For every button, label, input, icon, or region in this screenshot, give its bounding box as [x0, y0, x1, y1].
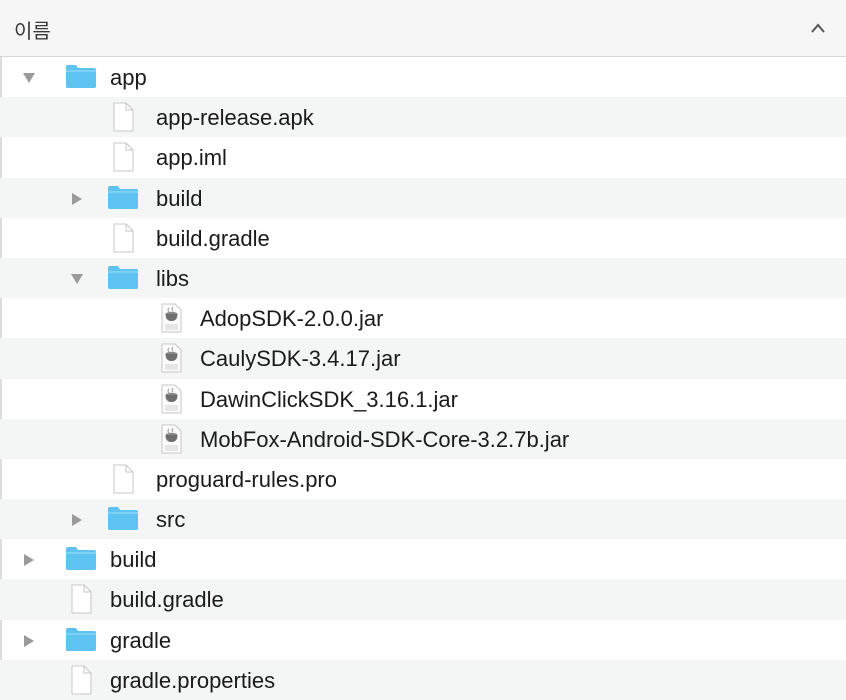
jar-file-icon: [161, 303, 182, 333]
disclosure-collapsed-icon[interactable]: [22, 553, 36, 567]
document-icon: [113, 142, 134, 172]
item-name: libs: [156, 265, 190, 291]
item-name: gradle.properties: [110, 667, 276, 693]
file-row[interactable]: CaulySDK-3.4.17.jar: [0, 338, 846, 379]
disclosure-expanded-icon[interactable]: [22, 71, 36, 85]
item-name: app-release.apk: [156, 105, 314, 131]
folder-icon: [108, 265, 138, 289]
item-name: app.iml: [156, 145, 227, 171]
document-icon: [113, 223, 134, 253]
finder-window: 이름 app app-release.apk app.iml build build.g…: [0, 0, 846, 700]
file-row[interactable]: MobFox-Android-SDK-Core-3.2.7b.jar: [0, 418, 846, 459]
folder-icon: [66, 547, 96, 571]
item-name: build: [110, 547, 157, 573]
disclosure-collapsed-icon[interactable]: [70, 192, 84, 206]
folder-icon: [108, 185, 138, 209]
item-name: build.gradle: [156, 225, 270, 251]
item-name: build.gradle: [110, 587, 224, 613]
jar-file-icon: [161, 384, 182, 413]
folder-icon: [66, 65, 96, 88]
file-row[interactable]: app.iml: [0, 137, 846, 177]
disclosure-collapsed-icon[interactable]: [22, 634, 36, 648]
item-name: proguard-rules.pro: [156, 466, 337, 492]
file-row[interactable]: proguard-rules.pro: [0, 459, 846, 499]
folder-row[interactable]: libs: [0, 257, 846, 299]
file-row[interactable]: app-release.apk: [0, 97, 846, 138]
file-row[interactable]: gradle.properties: [0, 659, 846, 700]
folder-icon: [66, 627, 96, 651]
item-name: CaulySDK-3.4.17.jar: [200, 346, 401, 372]
file-row[interactable]: build.gradle: [0, 218, 846, 258]
file-row[interactable]: AdopSDK-2.0.0.jar: [0, 298, 846, 338]
file-row[interactable]: DawinClickSDK_3.16.1.jar: [0, 379, 846, 419]
document-icon: [113, 464, 134, 494]
folder-row[interactable]: app: [0, 57, 846, 97]
column-header[interactable]: 이름: [0, 0, 846, 57]
folder-row[interactable]: build: [0, 539, 846, 579]
disclosure-collapsed-icon[interactable]: [70, 513, 84, 527]
document-icon: [71, 665, 92, 695]
folder-row[interactable]: src: [0, 499, 846, 540]
document-icon: [71, 584, 92, 614]
item-name: DawinClickSDK_3.16.1.jar: [200, 386, 458, 412]
jar-file-icon: [161, 424, 182, 454]
disclosure-expanded-icon[interactable]: [70, 272, 84, 286]
folder-icon: [108, 507, 138, 531]
item-name: app: [110, 65, 147, 90]
jar-file-icon: [161, 343, 182, 373]
item-name: src: [156, 507, 186, 533]
folder-row[interactable]: gradle: [0, 620, 846, 660]
file-list: app app-release.apk app.iml build build.grad…: [0, 57, 846, 700]
item-name: AdopSDK-2.0.0.jar: [200, 306, 384, 332]
name-column-header[interactable]: 이름: [14, 15, 51, 44]
item-name: build: [156, 185, 203, 211]
file-row[interactable]: build.gradle: [0, 579, 846, 620]
chevron-up-icon[interactable]: [810, 21, 826, 35]
item-name: MobFox-Android-SDK-Core-3.2.7b.jar: [200, 426, 570, 452]
item-name: gradle: [110, 627, 172, 653]
document-icon: [113, 102, 134, 132]
folder-row[interactable]: build: [0, 177, 846, 218]
